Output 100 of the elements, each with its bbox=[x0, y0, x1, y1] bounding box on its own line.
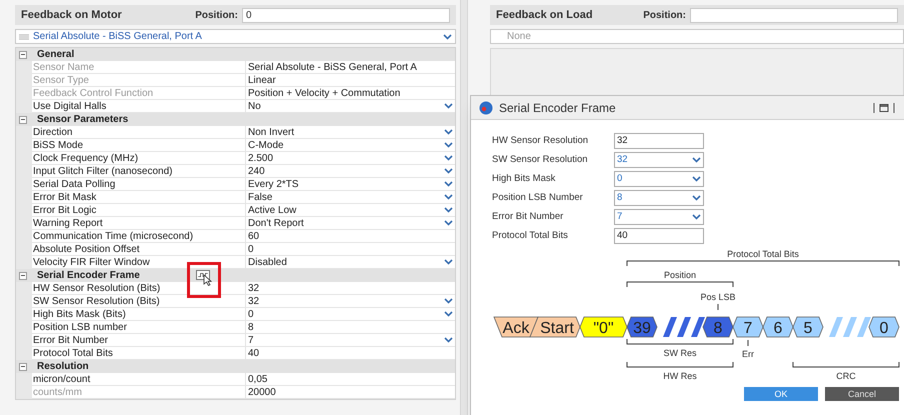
row-gutter bbox=[16, 256, 32, 269]
row-gutter bbox=[16, 347, 32, 360]
property-label: Sensor Name bbox=[32, 61, 246, 74]
property-label: Serial Data Polling bbox=[32, 178, 246, 191]
property-value: 20000 bbox=[246, 386, 455, 399]
property-value: Linear bbox=[246, 74, 455, 87]
section-header[interactable]: Resolution bbox=[16, 360, 455, 373]
chevron-down-icon bbox=[692, 157, 701, 163]
property-label: BiSS Mode bbox=[32, 139, 246, 152]
property-dropdown[interactable]: Non Invert bbox=[246, 126, 455, 139]
property-dropdown[interactable]: 7 bbox=[246, 334, 455, 347]
row-gutter bbox=[16, 282, 32, 295]
property-label: Error Bit Logic bbox=[32, 204, 246, 217]
row-gutter bbox=[16, 61, 32, 74]
property-dropdown[interactable]: 32 bbox=[246, 295, 455, 308]
collapse-icon[interactable] bbox=[19, 272, 27, 280]
bracket-label: HW Res bbox=[663, 371, 697, 381]
property-dropdown[interactable]: 240 bbox=[246, 165, 455, 178]
property-label: HW Sensor Resolution (Bits) bbox=[32, 282, 246, 295]
bit-label: 39 bbox=[633, 320, 651, 337]
property-dropdown[interactable]: Active Low bbox=[246, 204, 455, 217]
row-gutter bbox=[16, 373, 32, 386]
section-header[interactable]: Sensor Parameters bbox=[16, 113, 455, 126]
collapse-icon[interactable] bbox=[19, 362, 27, 370]
property-dropdown[interactable]: 0 bbox=[246, 308, 455, 321]
property-label: counts/mm bbox=[32, 386, 246, 399]
bit-label: 8 bbox=[714, 320, 722, 337]
position-field[interactable] bbox=[690, 8, 898, 22]
field-label: Error Bit Number bbox=[492, 210, 564, 224]
dropdown-field[interactable]: 32 bbox=[614, 152, 704, 168]
section-title: Serial Encoder Frame bbox=[37, 269, 140, 282]
property-dropdown[interactable]: Every 2*TS bbox=[246, 178, 455, 191]
row-gutter bbox=[16, 100, 32, 113]
row-gutter bbox=[16, 126, 32, 139]
bit-label: 5 bbox=[804, 320, 812, 337]
dropdown-field[interactable]: 7 bbox=[614, 209, 704, 225]
bit-label: Ack bbox=[502, 320, 530, 337]
bit-label: 0 bbox=[880, 320, 888, 337]
bit-label: 6 bbox=[774, 320, 782, 337]
property-label: High Bits Mask (Bits) bbox=[32, 308, 246, 321]
property-label: micron/count bbox=[32, 373, 246, 386]
bracket-label: CRC bbox=[836, 371, 856, 381]
chevron-down-icon bbox=[692, 195, 701, 201]
property-dropdown[interactable]: C-Mode bbox=[246, 139, 455, 152]
bracket-label: Position bbox=[664, 270, 696, 280]
property-label: Direction bbox=[32, 126, 246, 139]
bit-label: 7 bbox=[744, 320, 752, 337]
property-label: Feedback Control Function bbox=[32, 87, 246, 100]
property-label: Position LSB number bbox=[32, 321, 246, 334]
collapse-icon[interactable] bbox=[19, 116, 27, 124]
property-value: Serial Absolute - BiSS General, Port A bbox=[246, 61, 455, 74]
chevron-down-icon bbox=[692, 214, 701, 220]
cancel-button[interactable]: Cancel bbox=[825, 387, 899, 401]
input-field[interactable]: 32 bbox=[614, 133, 704, 149]
field-label: Protocol Total Bits bbox=[492, 228, 569, 243]
dropdown-field[interactable]: 0 bbox=[614, 171, 704, 187]
property-dropdown[interactable]: False bbox=[246, 191, 455, 204]
property-label: Error Bit Number bbox=[32, 334, 246, 347]
marker-label: Err bbox=[742, 349, 754, 359]
position-label: Position: bbox=[643, 8, 686, 22]
app-logo-icon bbox=[479, 100, 493, 114]
bit-label: "0" bbox=[593, 320, 614, 337]
property-value: Position + Velocity + Commutation bbox=[246, 87, 455, 100]
position-label: Position: bbox=[195, 8, 238, 22]
property-value[interactable]: 0,05 bbox=[246, 373, 455, 386]
chevron-down-icon bbox=[443, 34, 452, 40]
property-label: Sensor Type bbox=[32, 74, 246, 87]
sensor-dropdown[interactable]: Serial Absolute - BiSS General, Port A bbox=[15, 29, 456, 44]
field-label: Position LSB Number bbox=[492, 190, 584, 205]
collapse-icon[interactable] bbox=[19, 50, 27, 58]
highlight-frame bbox=[187, 262, 221, 298]
property-dropdown[interactable]: 2.500 bbox=[246, 152, 455, 165]
property-value[interactable]: 60 bbox=[246, 230, 455, 243]
section-title: Sensor Parameters bbox=[37, 113, 128, 126]
field-label: High Bits Mask bbox=[492, 172, 556, 186]
chevron-down-icon bbox=[444, 103, 453, 109]
pointer-cursor-icon bbox=[203, 274, 212, 286]
property-value[interactable]: 32 bbox=[246, 282, 455, 295]
row-gutter bbox=[16, 386, 32, 399]
property-label: Communication Time (microsecond) bbox=[32, 230, 246, 243]
bracket-label: SW Res bbox=[664, 348, 696, 358]
panel-title: Feedback on Motor bbox=[21, 8, 123, 23]
sensor-icon bbox=[19, 34, 29, 40]
section-header[interactable]: General bbox=[16, 48, 455, 61]
maximize-icon[interactable] bbox=[873, 102, 895, 112]
input-field[interactable]: 40 bbox=[614, 228, 704, 244]
bracket-label: Protocol Total Bits bbox=[727, 249, 799, 259]
property-value[interactable]: 0 bbox=[246, 243, 455, 256]
dropdown-field[interactable]: 8 bbox=[614, 190, 704, 206]
chevron-down-icon bbox=[444, 259, 453, 265]
property-dropdown[interactable]: Don't Report bbox=[246, 217, 455, 230]
property-label: Error Bit Mask bbox=[32, 191, 246, 204]
section-title: General bbox=[37, 48, 74, 61]
chevron-down-icon bbox=[444, 337, 453, 343]
property-label: SW Sensor Resolution (Bits) bbox=[32, 295, 246, 308]
chevron-down-icon bbox=[692, 176, 701, 182]
property-value[interactable]: 8 bbox=[246, 321, 455, 334]
panel-title: Feedback on Load bbox=[496, 8, 594, 23]
field-label: SW Sensor Resolution bbox=[492, 152, 589, 167]
position-field[interactable]: 0 bbox=[242, 8, 450, 22]
